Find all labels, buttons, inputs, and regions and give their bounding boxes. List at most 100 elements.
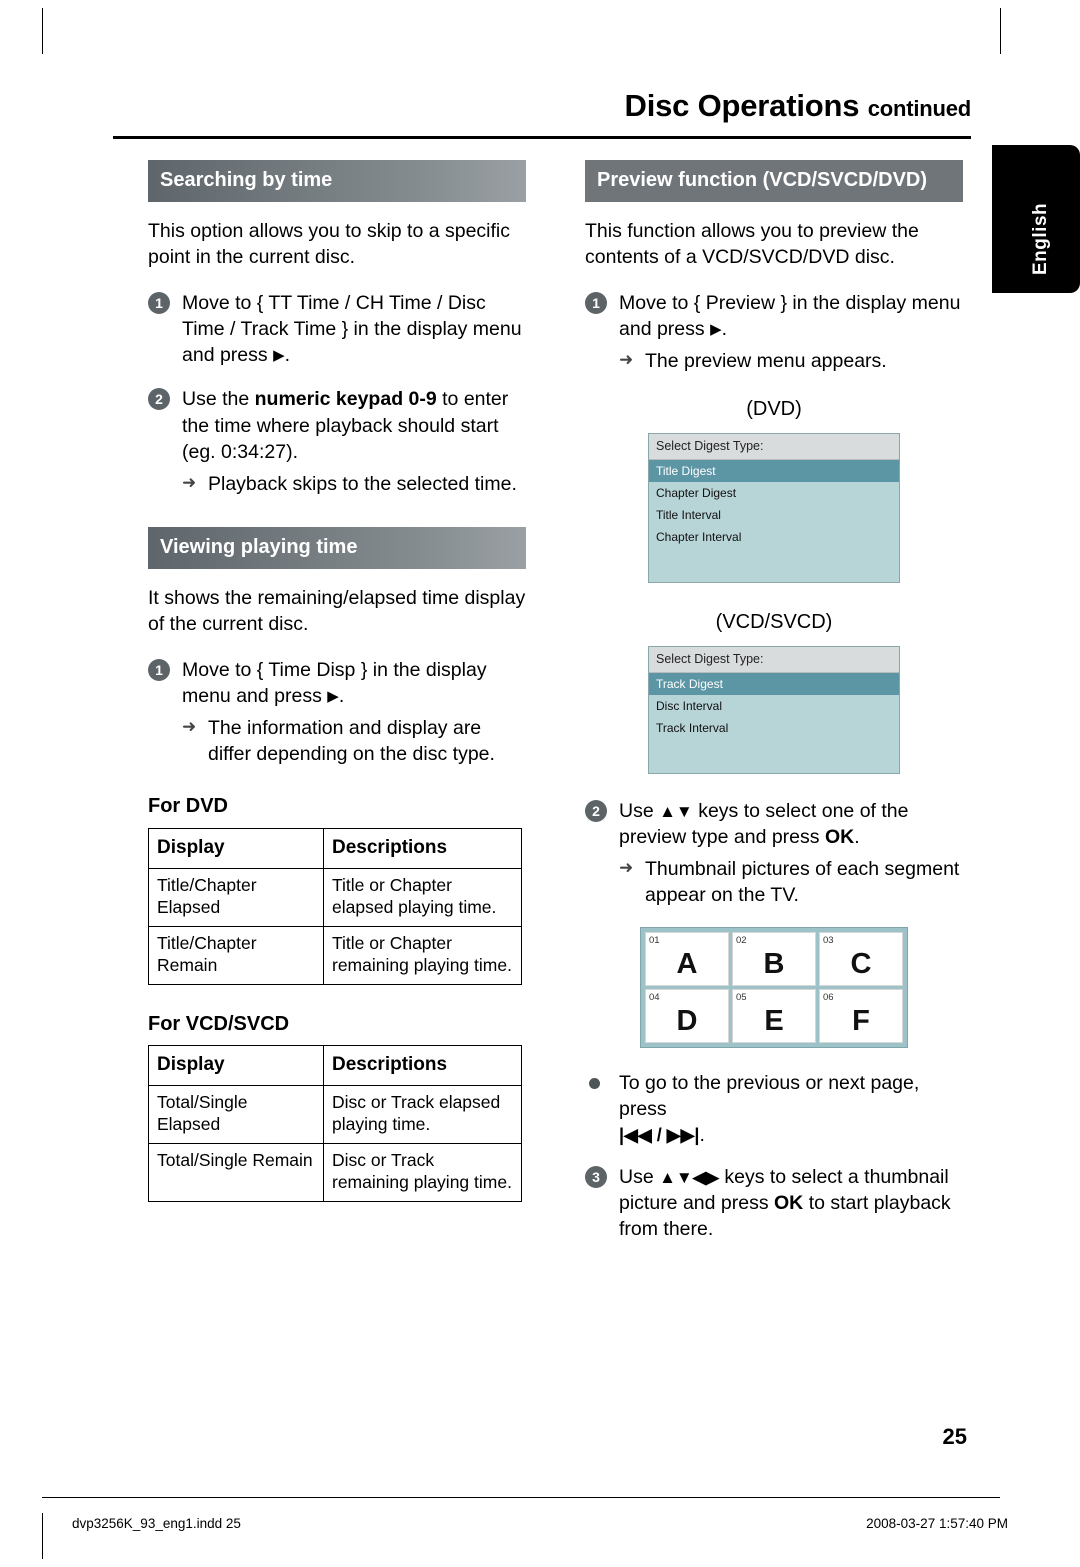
vcd-r2-description: Disc or Track remaining playing time. [323, 1142, 522, 1202]
right-column: Preview function (VCD/SVCD/DVD) This fun… [585, 160, 963, 1260]
viewing-step-1-sub-text: The information and display are differ d… [208, 717, 495, 766]
dvd-col-display: Display [148, 828, 324, 870]
crop-mark-top-left [42, 8, 43, 54]
searching-step-2-sub-text: Playback skips to the selected time. [208, 472, 517, 495]
vcd-digest-option-track-digest[interactable]: Track Digest [649, 672, 899, 695]
vcd-screen-caption: (VCD/SVCD) [715, 611, 833, 634]
preview-step-3-ok: OK [774, 1192, 804, 1215]
right-arrow-icon: ▶ [710, 321, 722, 339]
section-heading-preview-function: Preview function (VCD/SVCD/DVD) [585, 160, 963, 202]
step-number-1b: 1 [148, 658, 170, 681]
sub-arrow-icon: ➜ [182, 472, 197, 492]
viewing-step-1-period: . [338, 685, 345, 708]
footer-file-name: dvp3256K_93_eng1.indd 25 [72, 1516, 241, 1531]
table-row: Title/Chapter Remain Title or Chapter re… [148, 925, 522, 985]
vcd-digest-option-disc-interval[interactable]: Disc Interval [649, 695, 899, 717]
vcd-digest-menu-header: Select Digest Type: [649, 647, 899, 673]
searching-step-1-period: . [284, 344, 291, 367]
searching-intro: This option allows you to skip to a spec… [148, 219, 511, 268]
preview-step-1: 1 Move to { Preview } in the display men… [585, 290, 963, 374]
preview-step-3-text-a: Use [619, 1165, 654, 1188]
dvd-digest-menu-header: Select Digest Type: [649, 434, 899, 460]
crop-mark-top-right [1000, 8, 1001, 54]
prev-next-keys-icon: |◀◀ / ▶▶| [619, 1124, 700, 1145]
dvd-digest-menu: Select Digest Type: Title Digest Chapter… [648, 433, 900, 584]
thumbnail-item[interactable]: 01 A [645, 931, 729, 986]
crop-mark-bottom-left [42, 1513, 43, 1559]
section-heading-viewing-playing-time: Viewing playing time [148, 526, 526, 569]
footer-timestamp: 2008-03-27 1:57:40 PM [866, 1516, 1008, 1531]
vcd-r2-display: Total/Single Remain [148, 1142, 324, 1202]
viewing-intro: It shows the remaining/elapsed time disp… [148, 586, 526, 635]
right-arrow-icon: ▶ [327, 688, 339, 706]
section-heading-searching-by-time: Searching by time [148, 160, 526, 202]
thumbnail-letter: F [852, 1004, 870, 1037]
step-number-2b: 2 [585, 800, 607, 823]
for-dvd-title: For DVD [148, 795, 228, 818]
preview-step-2: 2 Use ▲▼ keys to select one of the previ… [585, 798, 963, 909]
thumbnail-grid: 01 A 02 B 03 C 04 D 05 E 06 F [640, 926, 908, 1048]
page-title-text: Disc Operations [624, 88, 860, 123]
step-number-1c: 1 [585, 292, 607, 315]
right-arrow-icon: ▶ [273, 347, 285, 365]
table-header-row: Display Descriptions [148, 1045, 522, 1087]
vcd-col-display: Display [148, 1045, 324, 1087]
preview-step-2-sub: ➜ Thumbnail pictures of each segment app… [619, 856, 963, 908]
direction-keys-icon: ▲▼◀▶ [659, 1167, 719, 1187]
dvd-r2-display: Title/Chapter Remain [148, 925, 324, 985]
searching-step-1: 1 Move to { TT Time / CH Time / Disc Tim… [148, 290, 526, 368]
page-number: 25 [942, 1424, 967, 1449]
preview-step-2-text-a: Use [619, 800, 654, 823]
language-tab-label: English [1030, 202, 1051, 275]
searching-step-2-keypad: numeric keypad 0-9 [254, 388, 437, 411]
page-title: Disc Operations continued [113, 88, 972, 124]
step-number-1: 1 [148, 292, 170, 315]
thumbnail-item[interactable]: 02 B [732, 931, 816, 986]
preview-step-1-text: Move to { Preview } in the display menu … [619, 292, 961, 341]
preview-bullet-end: . [699, 1123, 705, 1146]
page-header: Disc Operations continued [113, 88, 972, 124]
vcd-digest-menu: Select Digest Type: Track Digest Disc In… [648, 646, 900, 775]
thumbnail-letter: D [676, 1004, 698, 1037]
up-down-keys-icon: ▲▼ [659, 802, 693, 822]
vcd-digest-option-track-interval[interactable]: Track Interval [649, 717, 899, 739]
thumbnail-letter: C [850, 947, 872, 980]
thumbnail-item[interactable]: 05 E [732, 988, 816, 1043]
thumbnail-item[interactable]: 03 C [819, 931, 903, 986]
viewing-step-1-sub: ➜ The information and display are differ… [182, 715, 526, 767]
dvd-screen-caption: (DVD) [746, 398, 802, 421]
vcd-r1-display: Total/Single Elapsed [148, 1085, 324, 1144]
dvd-r1-description: Title or Chapter elapsed playing time. [323, 868, 522, 927]
footer-rule [42, 1497, 1000, 1498]
sub-arrow-icon: ➜ [619, 858, 634, 878]
preview-step-1-period: . [721, 318, 728, 341]
dvd-digest-option-chapter-interval[interactable]: Chapter Interval [649, 526, 899, 548]
dvd-col-descriptions: Descriptions [323, 828, 522, 870]
thumbnail-item[interactable]: 06 F [819, 988, 903, 1043]
dvd-digest-option-title-digest[interactable]: Title Digest [649, 459, 899, 483]
preview-step-1-sub: ➜ The preview menu appears. [619, 348, 963, 374]
vcd-col-descriptions: Descriptions [323, 1045, 522, 1087]
dvd-r1-display: Title/Chapter Elapsed [148, 868, 324, 927]
dvd-digest-option-title-interval[interactable]: Title Interval [649, 504, 899, 526]
thumbnail-item[interactable]: 04 D [645, 988, 729, 1043]
for-vcd-title: For VCD/SVCD [148, 1012, 290, 1035]
thumbnail-letter: E [764, 1004, 784, 1037]
sub-arrow-icon: ➜ [182, 717, 197, 737]
language-tab: English [992, 145, 1080, 293]
viewing-step-1: 1 Move to { Time Disp } in the display m… [148, 657, 526, 768]
dvd-digest-menu-filler [649, 548, 899, 582]
step-number-2: 2 [148, 388, 170, 411]
preview-bullet-note: To go to the previous or next page, pres… [585, 1070, 963, 1148]
preview-step-2-sub-text: Thumbnail pictures of each segment appea… [645, 858, 960, 907]
table-row: Total/Single Elapsed Disc or Track elaps… [148, 1085, 522, 1144]
searching-step-2-text-a: Use the [182, 388, 255, 411]
thumbnail-letter: A [676, 947, 698, 980]
step-number-3: 3 [585, 1165, 607, 1188]
preview-step-1-sub-text: The preview menu appears. [645, 350, 887, 373]
dvd-digest-option-chapter-digest[interactable]: Chapter Digest [649, 482, 899, 504]
searching-step-1-text: Move to { TT Time / CH Time / Disc Time … [182, 292, 522, 367]
table-row: Total/Single Remain Disc or Track remain… [148, 1142, 522, 1202]
vcd-digest-menu-filler [649, 739, 899, 773]
sub-arrow-icon: ➜ [619, 350, 634, 370]
